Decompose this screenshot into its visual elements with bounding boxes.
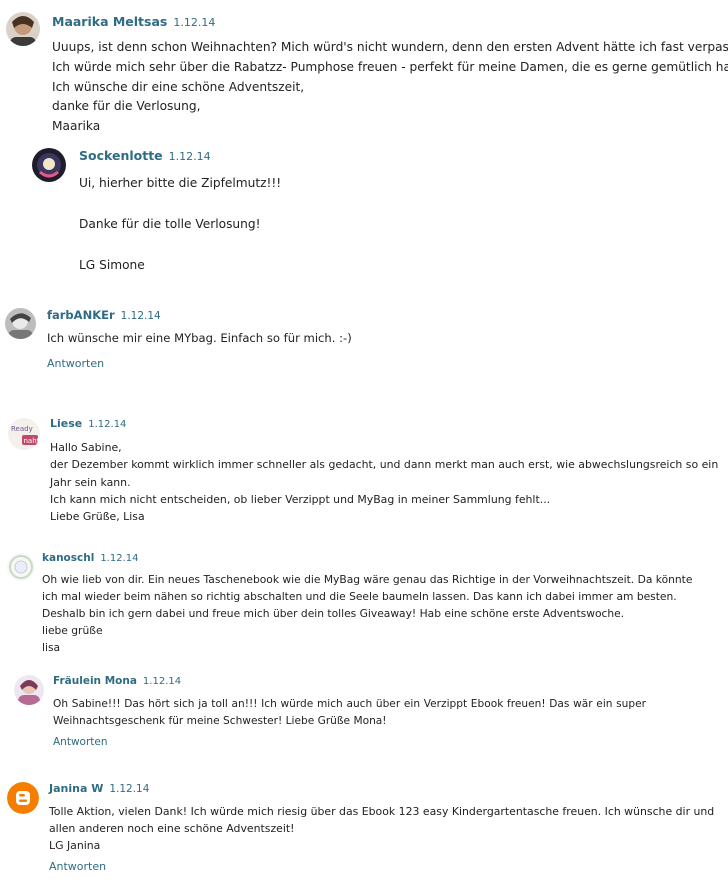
comment-sockenlotte: Sockenlotte 1.12.14 Ui, hierher bitte die… [0, 140, 728, 280]
comment-liese: Ready naht Liese 1.12.14 Hallo Sabine, der… [0, 410, 728, 530]
comment-date[interactable]: 1.12.14 [173, 16, 215, 29]
comment-text-line: Oh Sabine!!! Das hört sich ja toll an!!!… [53, 698, 646, 710]
comment-author[interactable]: Janina W [49, 782, 103, 795]
comment-text-line: Ich wünsche mir eine MYbag. Einfach so f… [47, 331, 352, 345]
svg-text:naht: naht [24, 437, 40, 445]
avatar[interactable] [7, 553, 35, 581]
reply-link[interactable]: Antworten [53, 736, 108, 748]
comment-text-line: Jahr sein kann. [50, 475, 131, 489]
comment-text-line [79, 234, 281, 254]
avatar[interactable] [5, 308, 36, 339]
avatar[interactable] [6, 12, 40, 46]
comment-text-line: ich mal wieder beim nähen so richtig abs… [42, 589, 677, 603]
comment-author[interactable]: kanoschl [42, 552, 94, 564]
comment-text-line: lisa [42, 640, 61, 654]
comment-author[interactable]: farbANKEr [47, 308, 115, 322]
comment-text-line: LG Simone [79, 257, 145, 272]
avatar[interactable]: Ready naht [8, 418, 40, 450]
svg-text:Ready: Ready [11, 425, 33, 433]
comment-author[interactable]: Fräulein Mona [53, 675, 137, 687]
comment-text-line: Ich kann mich nicht entscheiden, ob lieb… [50, 492, 551, 506]
comment-fraeulein-mona: Fräulein Mona 1.12.14 Oh Sabine!!! Das hö… [0, 668, 728, 758]
comment-text-line: Hallo Sabine, [50, 441, 122, 454]
comment-date[interactable]: 1.12.14 [169, 150, 211, 163]
comment-farbanker: farbANKEr 1.12.14 Ich wünsche mir eine MY… [0, 300, 728, 380]
comment-text-line: der Dezember kommt wirklich immer schnel… [50, 458, 719, 472]
comment-author[interactable]: Liese [50, 417, 82, 430]
comment-date[interactable]: 1.12.14 [143, 676, 181, 687]
reply-link[interactable]: Antworten [47, 357, 104, 370]
comment-text-line: liebe grüße [42, 623, 103, 637]
reply-link[interactable]: Antworten [49, 860, 106, 873]
comment-text-line: Ui, hierher bitte die Zipfelmutz!!! [79, 176, 282, 190]
comment-author[interactable]: Maarika Meltsas [52, 14, 167, 29]
blogger-icon[interactable] [7, 782, 39, 814]
comment-text-line: Maarika [52, 119, 101, 134]
comment-text-line: Danke für die tolle Verlosung! [79, 216, 261, 231]
comment-maarika: Maarika Meltsas 1.12.14 Uuups, ist denn s… [0, 0, 728, 140]
comment-text-line: Tolle Aktion, vielen Dank! Ich würde mic… [49, 805, 715, 818]
comment-text-line: danke für die Verlosung, [52, 99, 201, 114]
comment-text-line: Oh wie lieb von dir. Ein neues Tascheneb… [42, 573, 693, 586]
comment-janina: Janina W 1.12.14 Tolle Aktion, vielen Dan… [0, 775, 728, 881]
comment-text-line: Ich wünsche dir eine schöne Adventszeit, [52, 79, 305, 94]
comment-kanoschl: kanoschl 1.12.14 Oh wie lieb von dir. Ein… [0, 545, 728, 660]
comment-author[interactable]: Sockenlotte [79, 148, 163, 163]
comment-text-line: allen anderen noch eine schöne Adventsze… [49, 822, 295, 835]
comment-text-line: Ich würde mich sehr über die Rabatzz- Pu… [52, 59, 728, 74]
comment-date[interactable]: 1.12.14 [88, 419, 126, 430]
comment-date[interactable]: 1.12.14 [109, 783, 149, 795]
avatar[interactable] [32, 148, 66, 182]
comment-text-line: Uuups, ist denn schon Weihnachten? Mich … [52, 40, 728, 54]
avatar[interactable] [14, 675, 44, 705]
comment-date[interactable]: 1.12.14 [121, 310, 161, 322]
comment-text-line: Weihnachtsgeschenk für meine Schwester! … [53, 715, 387, 727]
comment-text-line: LG Janina [49, 839, 101, 852]
comment-text-line: Liebe Grüße, Lisa [50, 510, 145, 524]
comment-text-line [79, 193, 281, 213]
comment-date[interactable]: 1.12.14 [100, 553, 138, 564]
comment-text-line: Deshalb bin ich gern dabei und freue mic… [42, 606, 625, 620]
